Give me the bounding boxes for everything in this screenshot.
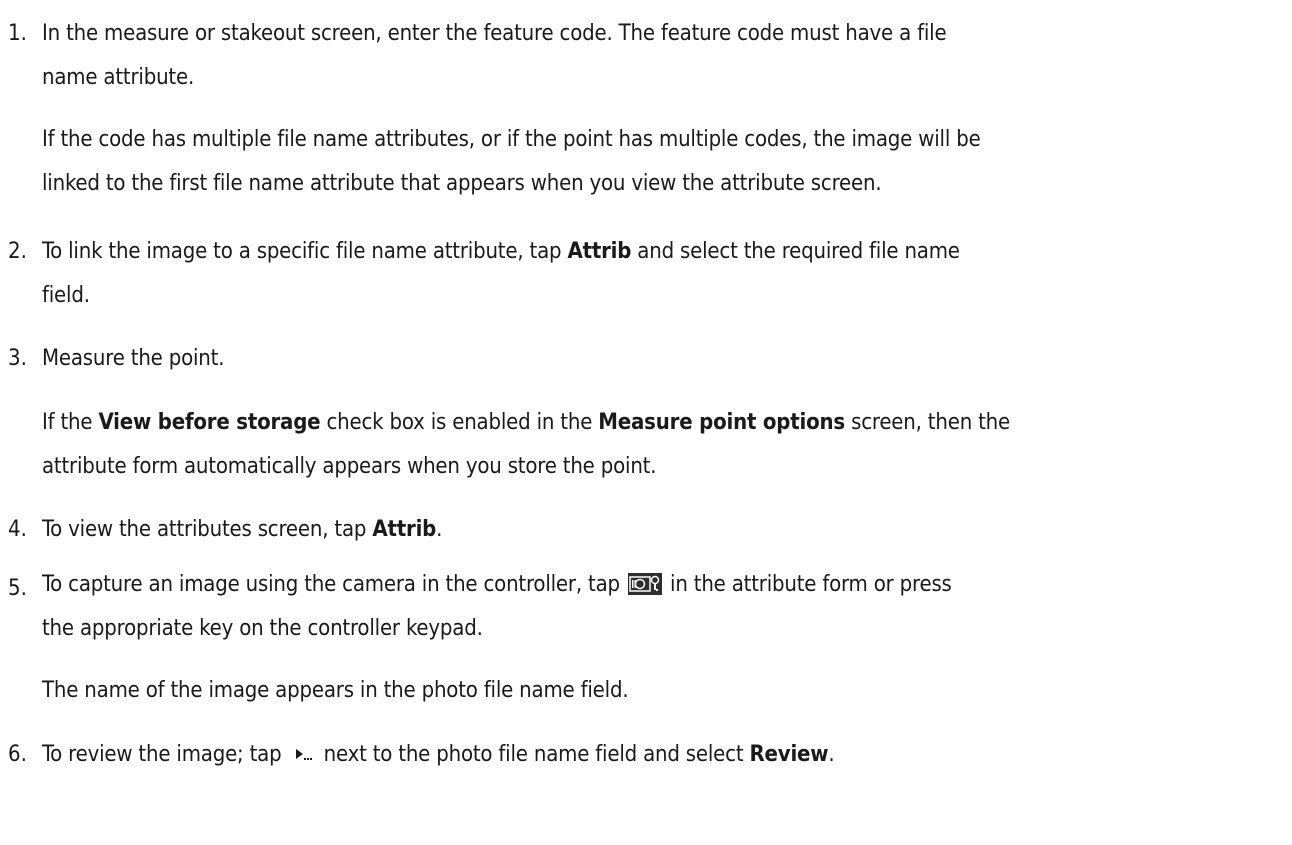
step-text-part: To capture an image using the camera in … xyxy=(42,572,626,597)
step-text: name attribute. xyxy=(42,65,195,90)
step-text-part: To link the image to a specific file nam… xyxy=(42,239,568,264)
step-note: linked to the first file name attribute … xyxy=(42,171,882,196)
step-text: To link the image to a specific file nam… xyxy=(42,230,960,274)
attrib-softkey-label: Attrib xyxy=(372,517,437,542)
step-text-part: in the attribute form or press xyxy=(663,572,952,597)
step-note: If the View before storage check box is … xyxy=(42,401,1010,445)
review-menu-label: Review xyxy=(749,742,829,767)
step-text-part: and select the required file name xyxy=(631,239,960,264)
step-text-part: To review the image; tap xyxy=(42,742,288,767)
step-text: To view the attributes screen, tap Attri… xyxy=(42,508,442,552)
step-text: To capture an image using the camera in … xyxy=(42,563,952,607)
step-number: 3. xyxy=(8,346,27,371)
camera-icon[interactable] xyxy=(627,567,662,595)
step-number: 4. xyxy=(8,517,27,542)
step-number: 1. xyxy=(8,21,27,46)
step-text-part: check box is enabled in the xyxy=(320,410,599,435)
step-text-part: If the xyxy=(42,410,99,435)
step-note: If the code has multiple file name attri… xyxy=(42,127,981,152)
step-number: 5. xyxy=(8,576,27,601)
step-text: Measure the point. xyxy=(42,346,225,371)
measure-point-options-label: Measure point options xyxy=(598,410,845,435)
view-before-storage-label: View before storage xyxy=(98,410,321,435)
step-number: 2. xyxy=(8,239,27,264)
step-text-part: . xyxy=(828,742,835,767)
attrib-softkey-label: Attrib xyxy=(567,239,632,264)
step-note: attribute form automatically appears whe… xyxy=(42,454,657,479)
step-text: To review the image; tap next to the pho… xyxy=(42,733,835,777)
menu-arrow-icon[interactable] xyxy=(292,733,314,760)
step-note: The name of the image appears in the pho… xyxy=(42,678,629,703)
step-text: the appropriate key on the controller ke… xyxy=(42,616,483,641)
step-text: In the measure or stakeout screen, enter… xyxy=(42,21,947,46)
step-text-part: To view the attributes screen, tap xyxy=(42,517,373,542)
step-number: 6. xyxy=(8,742,27,767)
document: 1. In the measure or stakeout screen, en… xyxy=(0,0,1292,845)
step-text-part: screen, then the xyxy=(845,410,1011,435)
step-text-part: . xyxy=(436,517,443,542)
step-text-part: next to the photo file name field and se… xyxy=(317,742,750,767)
step-text: field. xyxy=(42,283,90,308)
